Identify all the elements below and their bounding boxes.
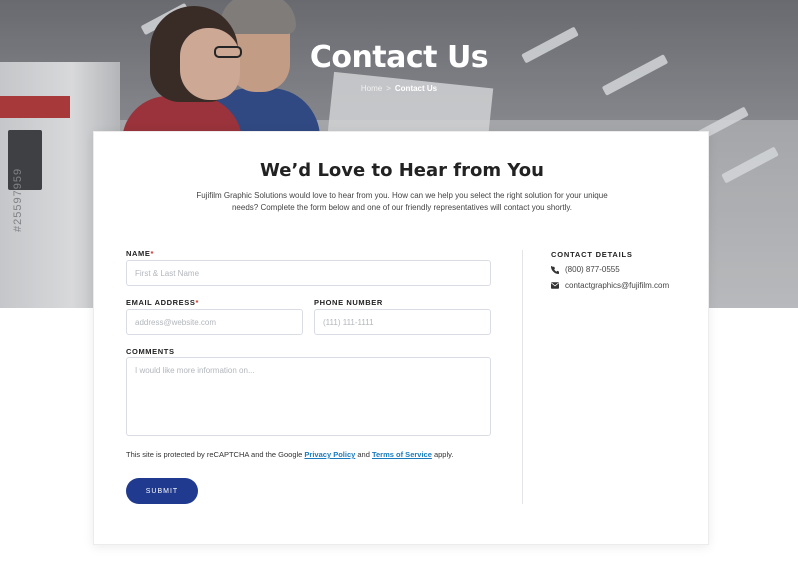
contact-email-text: contactgraphics@fujifilm.com <box>565 281 670 290</box>
terms-of-service-link[interactable]: Terms of Service <box>372 450 432 459</box>
contact-phone[interactable]: (800) 877-0555 <box>551 265 620 274</box>
contact-email[interactable]: contactgraphics@fujifilm.com <box>551 281 669 290</box>
recaptcha-prefix: This site is protected by reCAPTCHA and … <box>126 450 305 459</box>
phone-input[interactable] <box>314 309 491 335</box>
name-input[interactable] <box>126 260 491 286</box>
contact-phone-text: (800) 877-0555 <box>565 265 620 274</box>
breadcrumb-separator: > <box>386 84 391 93</box>
contact-form-card: We’d Love to Hear from You Fujifilm Grap… <box>93 131 709 545</box>
name-label-text: NAME <box>126 249 151 258</box>
envelope-icon <box>551 282 559 289</box>
phone-icon <box>551 265 559 274</box>
form-heading: We’d Love to Hear from You <box>260 160 544 181</box>
email-input[interactable] <box>126 309 303 335</box>
comments-label: COMMENTS <box>126 347 175 356</box>
required-mark: * <box>195 298 200 307</box>
recaptcha-notice: This site is protected by reCAPTCHA and … <box>126 450 453 459</box>
phone-label: PHONE NUMBER <box>314 298 383 307</box>
email-label: EMAIL ADDRESS* <box>126 298 199 307</box>
form-intro: Fujifilm Graphic Solutions would love to… <box>196 191 608 212</box>
submit-button[interactable]: SUBMIT <box>126 478 198 504</box>
breadcrumb-current: Contact Us <box>394 84 438 93</box>
contact-details-title: CONTACT DETAILS <box>551 250 633 259</box>
breadcrumb-home-link[interactable]: Home <box>361 84 382 93</box>
privacy-policy-link[interactable]: Privacy Policy <box>304 450 355 459</box>
comments-textarea[interactable] <box>126 357 491 436</box>
recaptcha-suffix: apply. <box>431 450 454 459</box>
email-label-text: EMAIL ADDRESS <box>126 298 196 307</box>
required-mark: * <box>150 249 155 258</box>
recaptcha-middle: and <box>355 450 372 459</box>
page-title: Contact Us <box>309 40 489 75</box>
name-label: NAME* <box>126 249 154 258</box>
breadcrumb: Home > Contact Us <box>0 84 798 93</box>
column-divider <box>522 250 523 504</box>
